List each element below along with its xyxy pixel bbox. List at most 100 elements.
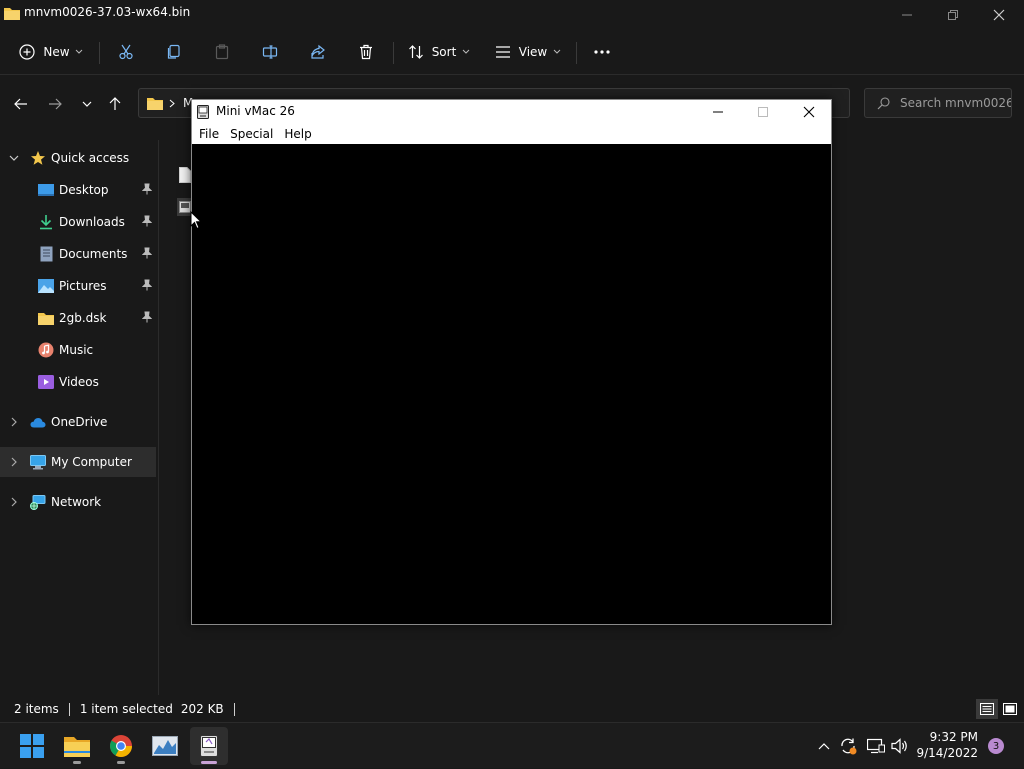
- emulator-screen[interactable]: [192, 144, 831, 624]
- sidebar-item-label: OneDrive: [51, 415, 108, 429]
- sidebar-item-downloads[interactable]: Downloads: [0, 207, 156, 237]
- trash-icon: [360, 44, 372, 60]
- forward-button[interactable]: [40, 84, 70, 124]
- toolbar-separator: [99, 42, 100, 64]
- running-indicator: [73, 761, 81, 764]
- selection-size: 202 KB: [180, 702, 224, 716]
- sidebar-item-label: 2gb.dsk: [59, 311, 107, 325]
- taskbar-monitor-app[interactable]: [146, 727, 184, 765]
- status-separator: [233, 702, 235, 716]
- details-view-button[interactable]: [976, 699, 998, 719]
- sidebar-item-label: Music: [59, 343, 94, 357]
- chevron-down-icon: [82, 101, 92, 107]
- new-button[interactable]: New: [14, 36, 88, 68]
- breadcrumb-chevron-icon: [169, 99, 175, 108]
- maximize-icon: [758, 107, 768, 117]
- chevron-down-icon[interactable]: [6, 155, 22, 161]
- pin-icon[interactable]: [142, 247, 152, 259]
- explorer-title-bar: mnvm0026-37.03-wx64.bin: [0, 0, 1024, 30]
- taskbar-file-explorer[interactable]: [58, 727, 96, 765]
- sidebar-item-label: Videos: [59, 375, 99, 389]
- mini-vmac-icon: [200, 735, 218, 757]
- rename-button[interactable]: [254, 36, 286, 68]
- folder-icon: [4, 6, 20, 20]
- menu-special[interactable]: Special: [230, 127, 273, 141]
- sidebar-item-label: Documents: [59, 247, 128, 261]
- pictures-icon: [38, 278, 54, 294]
- vmac-minimize-button[interactable]: [695, 100, 741, 124]
- sidebar-item-pictures[interactable]: Pictures: [0, 271, 156, 301]
- restore-button[interactable]: [930, 0, 976, 30]
- mouse-cursor-icon: [190, 211, 202, 230]
- pin-icon[interactable]: [142, 279, 152, 291]
- item-count: 2 items: [14, 702, 59, 716]
- download-icon: [38, 214, 54, 230]
- pin-icon[interactable]: [142, 311, 152, 323]
- menu-help[interactable]: Help: [284, 127, 311, 141]
- sidebar-item-quick-access[interactable]: Quick access: [0, 143, 156, 173]
- view-label: View: [518, 45, 548, 59]
- view-button[interactable]: View: [490, 36, 566, 68]
- sidebar-item-my-computer[interactable]: My Computer: [0, 447, 156, 477]
- sidebar-item-label: Desktop: [59, 183, 109, 197]
- paste-button[interactable]: [206, 36, 238, 68]
- network-icon: [30, 494, 46, 510]
- minimize-button[interactable]: [884, 0, 930, 30]
- show-hidden-icons-button[interactable]: [814, 723, 834, 769]
- share-button[interactable]: [302, 36, 334, 68]
- recent-locations-button[interactable]: [72, 84, 102, 124]
- taskbar-clock[interactable]: 9:32 PM 9/14/2022: [916, 729, 978, 761]
- back-button[interactable]: [6, 84, 36, 124]
- menu-file[interactable]: File: [199, 127, 219, 141]
- sort-button[interactable]: Sort: [402, 36, 476, 68]
- plus-circle-icon: [19, 44, 36, 60]
- sidebar-item-videos[interactable]: Videos: [0, 367, 156, 397]
- arrow-right-icon: [49, 98, 62, 110]
- vmac-close-button[interactable]: [786, 100, 832, 124]
- search-input[interactable]: Search mnvm0026...: [864, 88, 1012, 118]
- sidebar-item-network[interactable]: Network: [0, 487, 156, 517]
- volume-icon[interactable]: [888, 723, 912, 769]
- cut-button[interactable]: [110, 36, 142, 68]
- taskbar-mini-vmac[interactable]: [190, 727, 228, 765]
- star-icon: [30, 150, 46, 166]
- monitor-chart-icon: [152, 736, 178, 756]
- sidebar-item-2gb-dsk[interactable]: 2gb.dsk: [0, 303, 156, 333]
- sidebar-item-label: Downloads: [59, 215, 125, 229]
- vmac-maximize-button[interactable]: [740, 100, 786, 124]
- clock-date: 9/14/2022: [916, 746, 978, 760]
- pin-icon[interactable]: [142, 215, 152, 227]
- details-view-icon: [980, 703, 994, 715]
- sidebar-item-onedrive[interactable]: OneDrive: [0, 407, 156, 437]
- start-button[interactable]: [13, 727, 51, 765]
- close-button[interactable]: [976, 0, 1022, 30]
- file-icon: [179, 167, 191, 183]
- up-button[interactable]: [100, 84, 130, 124]
- selection-count: 1 item selected: [79, 702, 173, 716]
- copy-button[interactable]: [158, 36, 190, 68]
- file-item[interactable]: [179, 167, 191, 183]
- pin-icon[interactable]: [142, 183, 152, 195]
- chevron-down-icon: [553, 49, 561, 54]
- chevron-right-icon[interactable]: [6, 457, 22, 467]
- mini-vmac-app-icon: [197, 105, 209, 119]
- chrome-icon: [110, 735, 132, 757]
- sync-status-icon[interactable]: [836, 723, 860, 769]
- chevron-right-icon[interactable]: [6, 417, 22, 427]
- minimize-icon: [902, 14, 912, 16]
- chevron-right-icon[interactable]: [6, 497, 22, 507]
- restore-icon: [948, 10, 958, 20]
- music-icon: [38, 342, 54, 358]
- delete-button[interactable]: [350, 36, 382, 68]
- network-status-icon[interactable]: [864, 723, 888, 769]
- taskbar-chrome[interactable]: [102, 727, 140, 765]
- large-icons-view-button[interactable]: [999, 699, 1021, 719]
- more-options-button[interactable]: [586, 36, 618, 68]
- running-indicator: [117, 761, 125, 764]
- sidebar-item-music[interactable]: Music: [0, 335, 156, 365]
- mini-vmac-title: Mini vMac 26: [216, 104, 295, 118]
- sidebar-item-documents[interactable]: Documents: [0, 239, 156, 269]
- sidebar-item-desktop[interactable]: Desktop: [0, 175, 156, 205]
- sort-icon: [408, 45, 423, 59]
- notification-badge[interactable]: 3: [988, 738, 1004, 754]
